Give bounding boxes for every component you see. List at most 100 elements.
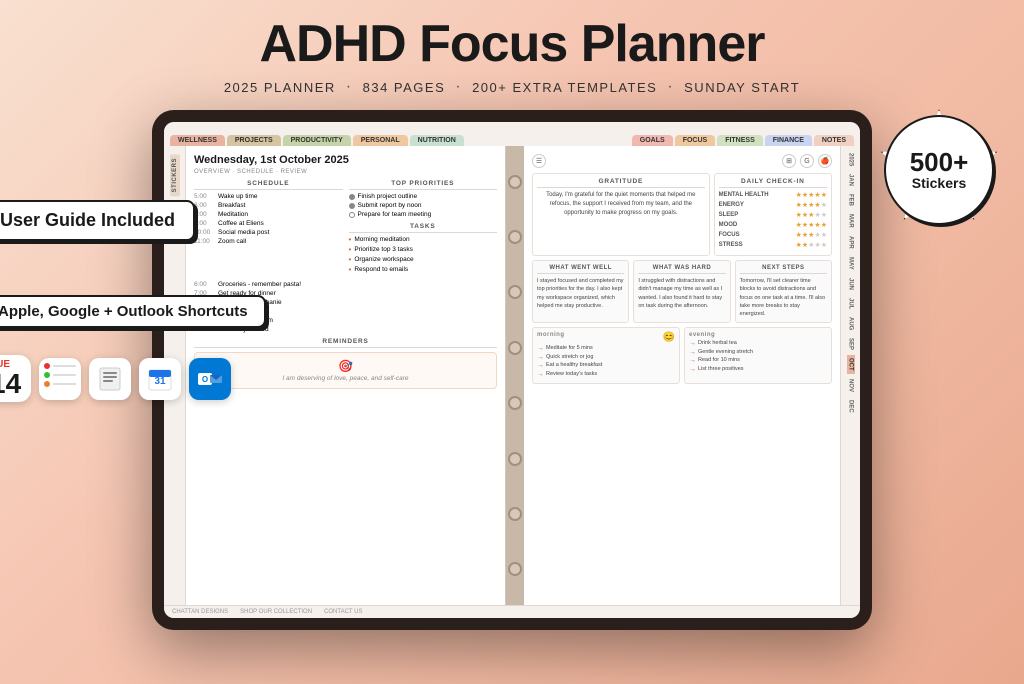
what-went-well: WHAT WENT WELL I stayed focused and comp… [532, 260, 629, 323]
checkin-focus: FOCUS ★★★★★ [719, 231, 827, 239]
notes-section: morning 😊 →Meditate for 5 mins →Quick st… [532, 327, 832, 384]
next-steps: NEXT STEPS Tomorrow, I'll set clearer ti… [735, 260, 832, 323]
year-tab[interactable]: 2025 [847, 150, 855, 169]
ring-2 [508, 230, 522, 244]
hamburger-area: ☰ [532, 154, 546, 168]
evening-note-1: →Drink herbal tea [689, 340, 827, 347]
tab-fitness[interactable]: FITNESS [717, 135, 763, 146]
went-well-text: I stayed focused and completed my top pr… [537, 277, 624, 310]
sticker-burst: 500+ Stickers [884, 115, 994, 225]
apple-icon[interactable]: 🍎 [818, 154, 832, 168]
task-1: •Morning meditation [349, 236, 498, 244]
month-jul[interactable]: JUL [847, 295, 855, 312]
tab-focus[interactable]: FOCUS [675, 135, 716, 146]
planner-left-page: Wednesday, 1st October 2025 OVERVIEW · S… [186, 146, 506, 605]
tasks-header: TASKS [349, 223, 498, 233]
schedule-item-3: 7:00Meditation [194, 211, 343, 218]
task-4: •Respond to emails [349, 266, 498, 274]
ring-3 [508, 285, 522, 299]
reminders-box: 🎯 I am deserving of love, peace, and sel… [194, 352, 497, 389]
tablet-container: WELLNESS PROJECTS PRODUCTIVITY PERSONAL … [152, 110, 872, 630]
main-content: STICKERS COVERS Wednesday, 1st October 2… [164, 146, 860, 605]
subtitle-part-1: 2025 PLANNER [224, 80, 336, 95]
ring-6 [508, 452, 522, 466]
checkin-stress: STRESS ★★★★★ [719, 241, 827, 249]
month-aug[interactable]: AUG [847, 314, 855, 333]
task-3: •Organize workspace [349, 256, 498, 264]
footer-shop[interactable]: SHOP OUR COLLECTION [240, 609, 312, 615]
next-steps-header: NEXT STEPS [740, 265, 827, 274]
tab-wellness[interactable]: WELLNESS [170, 135, 225, 146]
schedule-item-4: 9:00Coffee at Eliens [194, 220, 343, 227]
evening-note-3: →Read for 10 mins [689, 357, 827, 364]
google-calendar-icon: 31 [139, 358, 181, 400]
month-sep[interactable]: SEP [847, 335, 855, 353]
pages-app-icon [89, 358, 131, 400]
checkin-header: DAILY CHECK-IN [719, 178, 827, 188]
task-2: •Prioritize top 3 tasks [349, 246, 498, 254]
schedule-item-6: 11:00Zoom call [194, 238, 343, 245]
tab-nutrition[interactable]: NUTRITION [410, 135, 464, 146]
ring-4 [508, 341, 522, 355]
outlook-app-icon: O [189, 358, 231, 400]
month-jun[interactable]: JUN [847, 275, 855, 293]
morning-note-1: →Meditate for 5 mins [537, 345, 675, 352]
planner-breadcrumb: OVERVIEW · SCHEDULE · REVIEW [194, 169, 497, 175]
evening-note-2: →Gentle evening stretch [689, 349, 827, 356]
month-jan[interactable]: JAN [847, 171, 855, 189]
schedule-header: SCHEDULE [194, 180, 343, 190]
footer-brand: CHATTAN DESIGNS [172, 609, 228, 615]
gratitude-header: GRATITUDE [537, 178, 705, 188]
footer-contact[interactable]: CONTACT US [324, 609, 362, 615]
evening-header: evening [689, 332, 827, 338]
apple-shortcuts-badge: Apple, Google + Outlook Shortcuts [0, 295, 266, 328]
month-oct[interactable]: OCT [847, 355, 855, 374]
tab-projects[interactable]: PROJECTS [227, 135, 281, 146]
dot-3: · [667, 78, 674, 96]
month-may[interactable]: MAY [847, 254, 855, 273]
sidebar-stickers[interactable]: STICKERS [170, 154, 180, 196]
ring-8 [508, 562, 522, 576]
user-guide-badge: User Guide Included [0, 200, 195, 241]
tab-goals[interactable]: GOALS [632, 135, 673, 146]
menu-icon[interactable]: ☰ [532, 154, 546, 168]
tab-notes[interactable]: NOTES [814, 135, 854, 146]
planner-date: Wednesday, 1st October 2025 [194, 154, 497, 166]
grid-icon[interactable]: ⊞ [782, 154, 796, 168]
checkin-mood: MOOD ★★★★★ [719, 221, 827, 229]
what-was-hard: WHAT WAS HARD I struggled with distracti… [633, 260, 730, 323]
tablet-screen: WELLNESS PROJECTS PRODUCTIVITY PERSONAL … [164, 122, 860, 618]
page-title: ADHD Focus Planner [0, 0, 1024, 70]
was-hard-text: I struggled with distractions and didn't… [638, 277, 725, 310]
right-month-sidebar: 2025 JAN FEB MAR APR MAY JUN JUL AUG SEP… [840, 146, 860, 605]
month-feb[interactable]: FEB [847, 191, 855, 209]
schedule-item-5: 10:00Social media post [194, 229, 343, 236]
tasks-section: TASKS •Morning meditation •Prioritize to… [349, 223, 498, 274]
tab-finance[interactable]: FINANCE [765, 135, 812, 146]
schedule-item-1: 5:00Wake up time [194, 193, 343, 200]
footer-bar: CHATTAN DESIGNS SHOP OUR COLLECTION CONT… [164, 605, 860, 618]
dot-1: · [346, 78, 353, 96]
reminders-app-icon [39, 358, 81, 400]
month-dec[interactable]: DEC [847, 397, 855, 416]
ring-7 [508, 507, 522, 521]
svg-text:31: 31 [155, 376, 167, 387]
google-icon[interactable]: G [800, 154, 814, 168]
month-mar[interactable]: MAR [847, 211, 855, 231]
tab-productivity[interactable]: PRODUCTIVITY [283, 135, 351, 146]
month-apr[interactable]: APR [847, 233, 855, 252]
subtitle-part-3: 200+ EXTRA TEMPLATES [472, 80, 657, 95]
checkin-mental: MENTAL HEALTH ★★★★★ [719, 191, 827, 199]
sticker-count: 500+ [910, 149, 969, 175]
evening-notes: evening →Drink herbal tea →Gentle evenin… [684, 327, 832, 384]
tab-personal[interactable]: PERSONAL [353, 135, 408, 146]
app-shortcut-icons: ⊞ G 🍎 [782, 154, 832, 168]
dot-2: · [455, 78, 462, 96]
went-well-header: WHAT WENT WELL [537, 265, 624, 274]
was-hard-header: WHAT WAS HARD [638, 265, 725, 274]
morning-note-4: →Review today's tasks [537, 371, 675, 378]
month-nov[interactable]: NOV [847, 376, 855, 395]
schedule-item-2: 6:00Breakfast [194, 202, 343, 209]
gratitude-text: Today, I'm grateful for the quiet moment… [537, 191, 705, 218]
ring-5 [508, 396, 522, 410]
